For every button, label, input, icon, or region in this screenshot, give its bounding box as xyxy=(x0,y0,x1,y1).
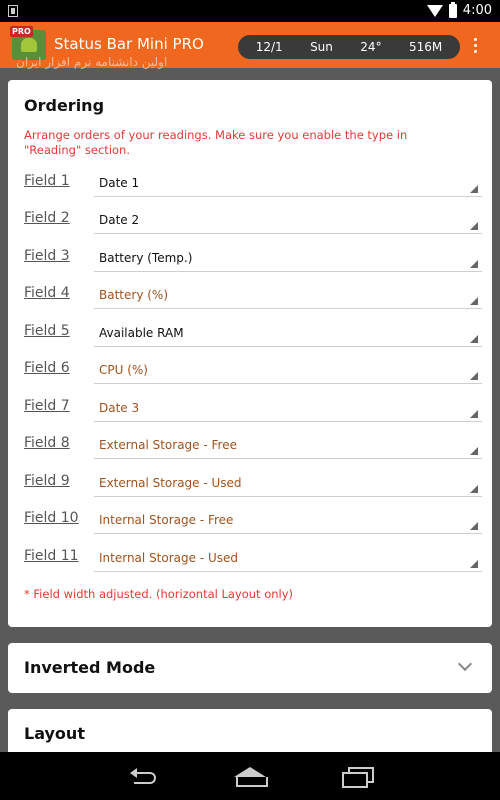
system-time: 4:00 xyxy=(462,3,492,18)
android-robot-icon xyxy=(21,38,37,52)
field-label-1: Field 1 xyxy=(24,173,70,189)
field-value-5: Available RAM xyxy=(99,326,184,340)
field-value-3: Battery (Temp.) xyxy=(99,251,193,265)
overflow-menu-icon[interactable] xyxy=(474,38,478,54)
sim-card-icon xyxy=(8,5,18,17)
field-value-8: External Storage - Free xyxy=(99,438,237,452)
dropdown-triangle-icon xyxy=(470,522,478,530)
reading-temperature: 24° xyxy=(360,40,382,54)
system-status-bar: 4:00 xyxy=(0,0,500,22)
dropdown-triangle-icon xyxy=(470,485,478,493)
field-label-7: Field 7 xyxy=(24,398,70,414)
field-row-10: Field 10 Internal Storage - Free xyxy=(8,510,492,534)
field-value-4: Battery (%) xyxy=(99,288,168,302)
app-bar: PRO Status Bar Mini PRO اولین دانشنامه ن… xyxy=(0,22,500,69)
field-label-4: Field 4 xyxy=(24,285,70,301)
field-value-2: Date 2 xyxy=(99,213,140,227)
field-value-1: Date 1 xyxy=(99,176,140,190)
pro-badge: PRO xyxy=(10,26,33,37)
field-select-3[interactable]: Battery (Temp.) xyxy=(94,248,482,272)
field-value-11: Internal Storage - Used xyxy=(99,551,239,565)
field-label-2: Field 2 xyxy=(24,210,70,226)
field-select-5[interactable]: Available RAM xyxy=(94,323,482,347)
field-row-9: Field 9 External Storage - Used xyxy=(8,473,492,497)
ordering-title: Ordering xyxy=(24,96,105,115)
navigation-bar xyxy=(0,752,500,800)
reading-date: 12/1 xyxy=(255,40,283,54)
field-row-7: Field 7 Date 3 xyxy=(8,398,492,422)
field-value-7: Date 3 xyxy=(99,401,140,415)
field-value-10: Internal Storage - Free xyxy=(99,513,234,527)
field-width-note: * Field width adjusted. (horizontal Layo… xyxy=(24,587,294,601)
field-label-9: Field 9 xyxy=(24,473,70,489)
field-row-11: Field 11 Internal Storage - Used xyxy=(8,548,492,572)
field-row-5: Field 5 Available RAM xyxy=(8,323,492,347)
readings-preview: 12/1 Sun 24° 516M xyxy=(238,35,460,59)
dropdown-triangle-icon xyxy=(470,297,478,305)
layout-title: Layout xyxy=(24,724,85,743)
recent-apps-icon[interactable] xyxy=(342,767,374,788)
field-value-6: CPU (%) xyxy=(99,363,148,377)
field-select-10[interactable]: Internal Storage - Free xyxy=(94,510,482,534)
dropdown-triangle-icon xyxy=(470,222,478,230)
field-select-11[interactable]: Internal Storage - Used xyxy=(94,548,482,572)
wifi-icon xyxy=(426,4,443,17)
battery-icon xyxy=(448,1,457,18)
back-icon[interactable] xyxy=(130,768,158,784)
field-select-9[interactable]: External Storage - Used xyxy=(94,473,482,497)
field-select-8[interactable]: External Storage - Free xyxy=(94,435,482,459)
field-select-1[interactable]: Date 1 xyxy=(94,173,482,197)
field-row-3: Field 3 Battery (Temp.) xyxy=(8,248,492,272)
field-row-8: Field 8 External Storage - Free xyxy=(8,435,492,459)
dropdown-triangle-icon xyxy=(470,560,478,568)
dropdown-triangle-icon xyxy=(470,260,478,268)
inverted-mode-title: Inverted Mode xyxy=(24,658,156,677)
dropdown-triangle-icon xyxy=(470,447,478,455)
dropdown-triangle-icon xyxy=(470,372,478,380)
inverted-mode-card[interactable]: Inverted Mode xyxy=(8,643,492,693)
field-row-4: Field 4 Battery (%) xyxy=(8,285,492,309)
field-label-11: Field 11 xyxy=(24,548,79,564)
app-title: Status Bar Mini PRO xyxy=(54,35,204,53)
dropdown-triangle-icon xyxy=(470,410,478,418)
dropdown-triangle-icon xyxy=(470,185,478,193)
reading-day: Sun xyxy=(310,40,333,54)
field-row-6: Field 6 CPU (%) xyxy=(8,360,492,384)
field-value-9: External Storage - Used xyxy=(99,476,242,490)
field-select-6[interactable]: CPU (%) xyxy=(94,360,482,384)
watermark-text: اولین دانشنامه نرم افزار ایران xyxy=(16,55,168,69)
ordering-hint: Arrange orders of your readings. Make su… xyxy=(24,128,408,157)
ordering-card: Ordering Arrange orders of your readings… xyxy=(8,80,492,627)
field-row-1: Field 1 Date 1 xyxy=(8,173,492,197)
system-status-right: 4:00 xyxy=(426,1,492,18)
chevron-down-icon[interactable] xyxy=(457,656,473,672)
field-select-2[interactable]: Date 2 xyxy=(94,210,482,234)
field-label-3: Field 3 xyxy=(24,248,70,264)
field-select-4[interactable]: Battery (%) xyxy=(94,285,482,309)
field-label-10: Field 10 xyxy=(24,510,79,526)
reading-ram: 516M xyxy=(408,40,443,54)
dropdown-triangle-icon xyxy=(470,335,478,343)
home-icon[interactable] xyxy=(234,767,268,787)
field-label-5: Field 5 xyxy=(24,323,70,339)
field-select-7[interactable]: Date 3 xyxy=(94,398,482,422)
field-label-8: Field 8 xyxy=(24,435,70,451)
field-row-2: Field 2 Date 2 xyxy=(8,210,492,234)
field-label-6: Field 6 xyxy=(24,360,70,376)
